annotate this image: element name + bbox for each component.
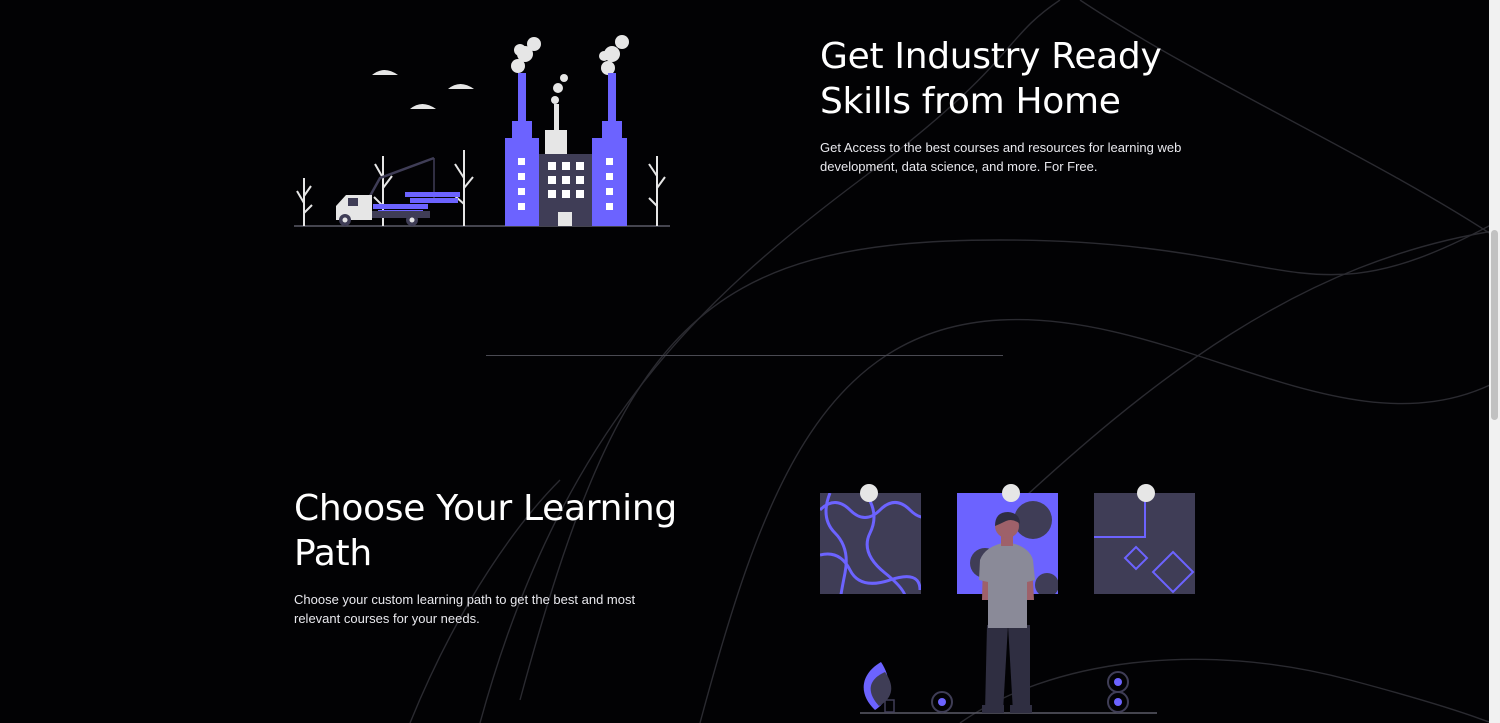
path-description: Choose your custom learning path to get … [294, 590, 694, 628]
hero-heading-line-1: Get Industry Ready [820, 36, 1162, 77]
background-wave-lines [409, 0, 1500, 723]
hero-text: Get Industry Ready Skills from Home Get … [820, 34, 1200, 176]
hero-description: Get Access to the best courses and resou… [820, 138, 1200, 176]
art-gallery-illustration [820, 484, 1195, 714]
hero-heading-line-2: Skills from Home [820, 81, 1121, 122]
path-heading-line-1: Choose Your Learning [294, 488, 677, 529]
section-divider [486, 355, 1003, 356]
path-heading: Choose Your Learning Path [294, 486, 694, 576]
path-heading-line-2: Path [294, 533, 372, 574]
plant-icon [863, 662, 895, 713]
path-section-text: Choose Your Learning Path Choose your cu… [294, 486, 694, 628]
vertical-scrollbar[interactable] [1489, 0, 1500, 723]
factory-building-icon [505, 73, 627, 226]
hero-description-line-1: Get Access to the best courses and resou… [820, 140, 1182, 155]
cloud-icon [372, 70, 474, 109]
shapes-art-panel-icon [1094, 484, 1195, 594]
factory-illustration [294, 35, 670, 227]
path-description-line-2: relevant courses for your needs. [294, 611, 480, 626]
hero-heading: Get Industry Ready Skills from Home [820, 34, 1200, 124]
path-description-line-1: Choose your custom learning path to get … [294, 592, 636, 607]
hero-description-line-2: development, data science, and more. For… [820, 159, 1098, 174]
wavy-art-panel-icon [820, 484, 921, 594]
truck-icon [336, 156, 460, 226]
scrollbar-thumb[interactable] [1491, 230, 1498, 420]
